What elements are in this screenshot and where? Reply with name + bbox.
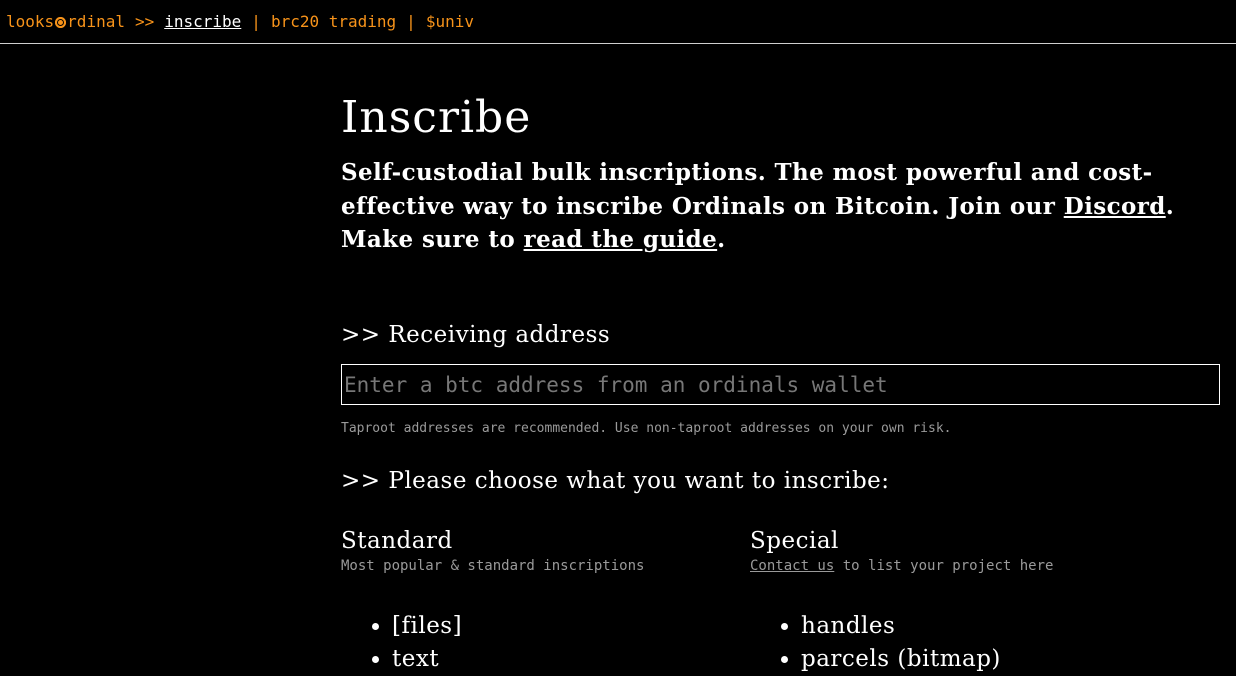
standard-column: Standard Most popular & standard inscrip… [341, 526, 721, 676]
breadcrumb-separator: >> [134, 12, 155, 31]
nav-brc20-trading-link[interactable]: brc20 trading [271, 12, 396, 31]
nav-univ-link[interactable]: $univ [426, 12, 474, 31]
intro-paragraph: Self-custodial bulk inscriptions. The mo… [341, 156, 1221, 257]
main-content: Inscribe Self-custodial bulk inscription… [341, 88, 1221, 672]
ordinal-dot-icon [55, 17, 67, 28]
standard-item-text[interactable]: text [392, 643, 721, 676]
brand-text-pre: looks [6, 12, 55, 31]
read-guide-link[interactable]: read the guide [524, 226, 718, 253]
special-item-handles[interactable]: handles [801, 610, 1130, 643]
intro-text-end: . [717, 226, 726, 253]
top-nav: looks rdinal >> inscribe | brc20 trading … [0, 0, 1236, 44]
special-subtitle: Contact us to list your project here [750, 558, 1130, 574]
special-title: Special [750, 528, 839, 554]
brand-text-post: rdinal [67, 12, 125, 31]
standard-subtitle: Most popular & standard inscriptions [341, 558, 645, 574]
special-subtitle-text: to list your project here [834, 558, 1054, 574]
address-hint: Taproot addresses are recommended. Use n… [341, 421, 952, 436]
nav-divider: | [251, 12, 261, 31]
page-title: Inscribe [341, 92, 532, 143]
standard-item-files[interactable]: [files] [392, 610, 721, 643]
intro-text: Self-custodial bulk inscriptions. The mo… [341, 159, 1153, 220]
special-item-parcels[interactable]: parcels (bitmap) [801, 643, 1130, 676]
standard-title: Standard [341, 528, 453, 554]
receiving-address-input[interactable] [341, 364, 1220, 405]
standard-list: [files] text [341, 610, 721, 676]
choose-inscription-heading: >> Please choose what you want to inscri… [341, 468, 890, 494]
receiving-address-heading: >> Receiving address [341, 322, 611, 348]
special-column: Special Contact us to list your project … [750, 526, 1130, 676]
nav-divider: | [406, 12, 416, 31]
nav-inscribe-link[interactable]: inscribe [164, 12, 241, 31]
brand-logo[interactable]: looks rdinal [6, 12, 125, 31]
discord-link[interactable]: Discord [1064, 193, 1166, 220]
contact-us-link[interactable]: Contact us [750, 558, 834, 574]
special-list: handles parcels (bitmap) [750, 610, 1130, 676]
